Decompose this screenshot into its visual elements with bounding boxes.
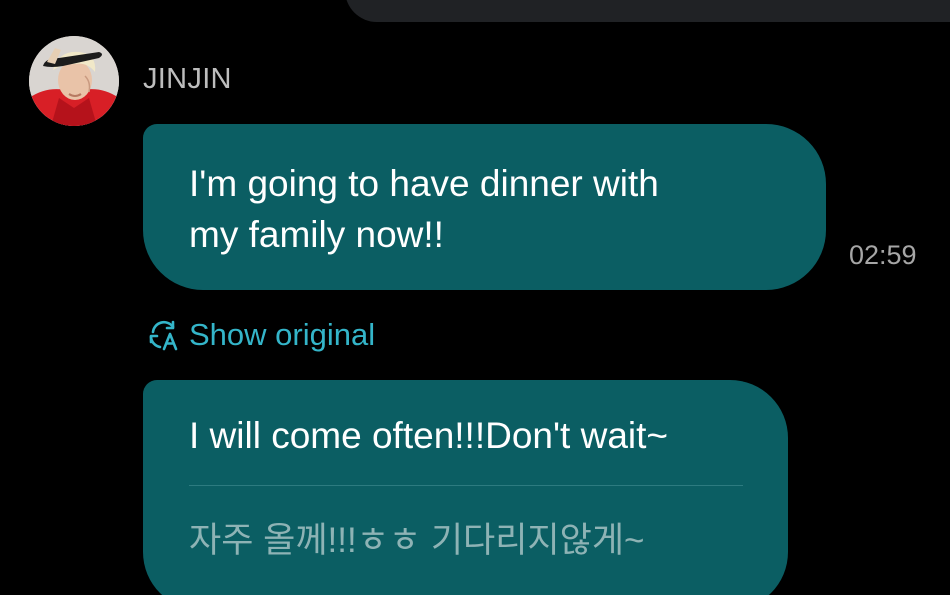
- original-text: 자주 올께!!!ㅎㅎ 기다리지않게~: [189, 521, 645, 560]
- sender-name: JINJIN: [143, 63, 232, 95]
- profile-photo-icon: [29, 36, 119, 126]
- previous-message-bubble[interactable]: [345, 0, 950, 22]
- show-original-button[interactable]: Show original: [147, 315, 375, 355]
- avatar[interactable]: [29, 36, 119, 126]
- message-bubble[interactable]: I will come often!!!Don't wait~ 자주 올께!!!…: [143, 380, 788, 595]
- message-timestamp: 02:59: [849, 240, 917, 270]
- chat-screen: JINJIN I'm going to have dinner with my …: [0, 0, 950, 595]
- translation-divider: [189, 485, 743, 486]
- message-text-line: I'm going to have dinner with: [189, 163, 659, 204]
- message-text-line: my family now!!: [189, 214, 444, 255]
- message-bubble[interactable]: I'm going to have dinner with my family …: [143, 124, 826, 290]
- translated-text: I will come often!!!Don't wait~: [189, 415, 669, 456]
- show-original-label: Show original: [189, 317, 376, 352]
- translate-icon: [147, 318, 181, 352]
